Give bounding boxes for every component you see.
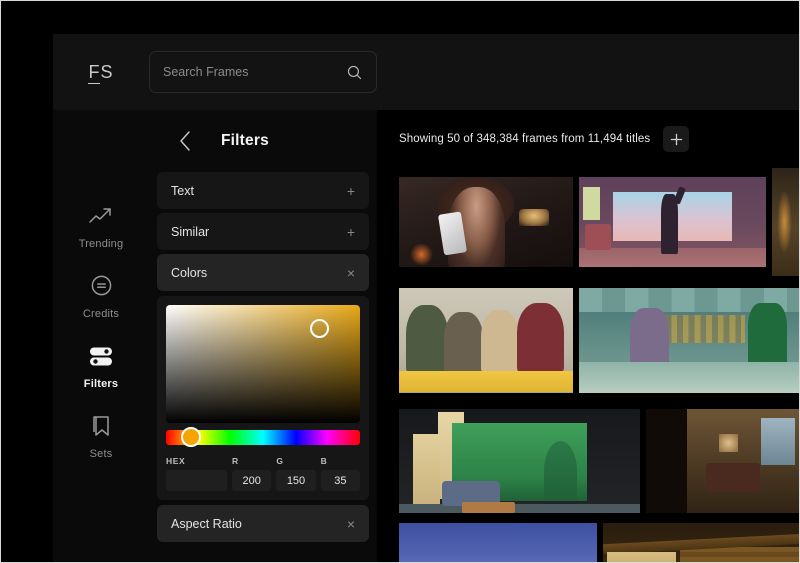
page-title: Filters bbox=[221, 132, 269, 149]
add-filter-button[interactable] bbox=[663, 126, 690, 152]
color-picker[interactable]: HEX R 200 G 150 B 35 bbox=[157, 296, 369, 500]
frame-thumbnail bbox=[399, 523, 597, 562]
r-field-label: R bbox=[231, 456, 239, 466]
grid-row bbox=[399, 523, 799, 562]
hex-field-group: HEX bbox=[166, 456, 227, 491]
g-field-group: G 150 bbox=[276, 456, 316, 491]
logo-letter-s: S bbox=[100, 61, 114, 82]
left-nav-rail: Trending Credits Filters Sets bbox=[53, 110, 149, 562]
r-field[interactable]: 200 bbox=[231, 470, 272, 491]
grid-row bbox=[399, 168, 799, 276]
bookmark-icon bbox=[90, 413, 112, 439]
app-logo[interactable]: FS bbox=[53, 61, 149, 84]
filter-row-colors[interactable]: Colors × bbox=[157, 254, 369, 291]
sidebar-item-filters[interactable]: Filters bbox=[53, 332, 149, 400]
frame-thumbnail bbox=[603, 523, 799, 562]
filter-row-text[interactable]: Text + bbox=[157, 172, 369, 209]
frame-thumbnail bbox=[399, 168, 573, 276]
sidebar-item-label: Credits bbox=[82, 307, 120, 320]
frames-grid-area: Showing 50 of 348,384 frames from 11,494… bbox=[377, 110, 799, 562]
grid-row bbox=[399, 405, 799, 517]
chevron-left-icon[interactable] bbox=[161, 129, 209, 153]
app-window: FS Trending bbox=[53, 34, 799, 562]
filter-row-label: Text bbox=[171, 183, 194, 198]
sidebar-item-label: Filters bbox=[83, 377, 119, 390]
frames-grid bbox=[377, 168, 799, 562]
search-input[interactable] bbox=[163, 65, 346, 79]
frame-woman-with-phone[interactable] bbox=[399, 168, 573, 276]
b-field-label: B bbox=[320, 456, 328, 466]
saturation-value-field[interactable] bbox=[166, 305, 360, 423]
color-value-fields: HEX R 200 G 150 B 35 bbox=[166, 456, 361, 491]
credits-circle-icon bbox=[90, 273, 113, 299]
hex-field-label: HEX bbox=[166, 456, 186, 466]
results-count-text: Showing 50 of 348,384 frames from 11,494… bbox=[399, 133, 651, 145]
frame-blue-sky[interactable] bbox=[399, 523, 597, 562]
frame-thumbnail bbox=[399, 282, 573, 399]
frame-thumbnail bbox=[579, 168, 766, 276]
frame-thumbnail bbox=[646, 405, 799, 517]
b-field-group: B 35 bbox=[320, 456, 361, 491]
sv-handle[interactable] bbox=[310, 319, 329, 338]
sidebar-item-trending[interactable]: Trending bbox=[53, 192, 149, 260]
hue-slider[interactable] bbox=[166, 427, 360, 447]
frame-figure-at-screen[interactable] bbox=[579, 168, 766, 276]
close-icon[interactable]: × bbox=[347, 517, 355, 531]
filters-panel-header: Filters bbox=[157, 110, 369, 172]
frame-wood-ceiling[interactable] bbox=[603, 523, 799, 562]
frame-friends-at-table[interactable] bbox=[399, 282, 573, 399]
expand-icon[interactable]: + bbox=[347, 225, 355, 239]
frame-interior-living-room[interactable] bbox=[646, 405, 799, 517]
filter-row-label: Similar bbox=[171, 224, 210, 239]
grid-row bbox=[399, 282, 799, 399]
filter-row-label: Colors bbox=[171, 265, 208, 280]
filter-row-aspect-ratio[interactable]: Aspect Ratio × bbox=[157, 505, 369, 542]
sidebar-item-credits[interactable]: Credits bbox=[53, 262, 149, 330]
r-field-group: R 200 bbox=[231, 456, 272, 491]
expand-icon[interactable]: + bbox=[347, 184, 355, 198]
hue-handle[interactable] bbox=[181, 427, 201, 447]
sidebar-item-sets[interactable]: Sets bbox=[53, 402, 149, 470]
top-bar: FS bbox=[53, 34, 799, 110]
sidebar-item-label: Trending bbox=[78, 237, 124, 250]
search-bar[interactable] bbox=[149, 51, 377, 93]
filter-row-similar[interactable]: Similar + bbox=[157, 213, 369, 250]
frame-green-wall-set[interactable] bbox=[399, 405, 640, 517]
frame-thumbnail bbox=[772, 168, 799, 276]
g-field[interactable]: 150 bbox=[276, 470, 316, 491]
close-icon[interactable]: × bbox=[347, 266, 355, 280]
frame-thumbnail bbox=[399, 405, 640, 517]
filters-panel: Filters Text + Similar + Colors × HEX R … bbox=[149, 110, 377, 562]
screenshot-root: FS Trending bbox=[0, 0, 800, 563]
sidebar-item-label: Sets bbox=[89, 447, 113, 460]
g-field-label: G bbox=[276, 456, 284, 466]
sliders-toggle-icon bbox=[87, 343, 115, 369]
b-field[interactable]: 35 bbox=[320, 470, 361, 491]
frame-supermarket-checkout[interactable] bbox=[579, 282, 799, 399]
logo-letter-f: F bbox=[88, 61, 101, 84]
trending-up-icon bbox=[88, 203, 114, 229]
frame-thumbnail bbox=[579, 282, 799, 399]
filter-row-label: Aspect Ratio bbox=[171, 516, 242, 531]
search-icon[interactable] bbox=[346, 64, 363, 81]
frame-partial-right-warm[interactable] bbox=[772, 168, 799, 276]
hex-field[interactable] bbox=[166, 470, 227, 491]
plus-icon bbox=[670, 133, 683, 145]
grid-header: Showing 50 of 348,384 frames from 11,494… bbox=[377, 110, 799, 168]
